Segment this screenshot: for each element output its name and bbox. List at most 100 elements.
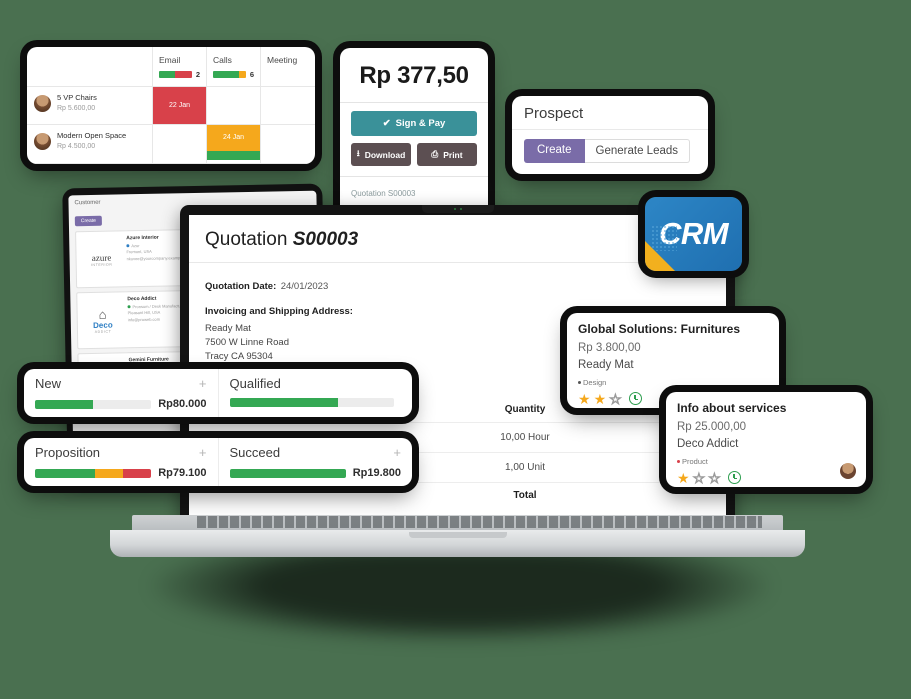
star-icon-empty[interactable]: ☆ bbox=[708, 470, 722, 485]
activity-column-label: Email bbox=[159, 55, 181, 65]
clock-icon[interactable] bbox=[628, 392, 642, 405]
kanban-stages-row-2: Proposition + Rp79.100 Succeed + Rp19.80… bbox=[24, 438, 412, 486]
activity-row-content: 5 VP Chairs Rp 5.600,00 bbox=[27, 87, 152, 120]
payment-secondary-actions: ⭳ Download ⎙ Print bbox=[351, 143, 477, 166]
tag-dot-icon bbox=[578, 381, 581, 385]
add-opportunity-button[interactable]: + bbox=[393, 445, 401, 460]
bar-segment-green bbox=[35, 468, 96, 478]
stage-amount: Rp19.800 bbox=[352, 467, 401, 479]
camera-icon bbox=[453, 208, 456, 210]
create-button[interactable]: Create bbox=[74, 215, 102, 227]
add-opportunity-button[interactable]: + bbox=[199, 376, 207, 391]
calendar-cell-calls-row2[interactable]: 24 Jan bbox=[207, 124, 261, 164]
clock-icon[interactable] bbox=[727, 471, 741, 484]
activity-row-name: Modern Open Space bbox=[57, 130, 127, 140]
avatar[interactable] bbox=[840, 463, 856, 479]
prospect-card: Prospect Create Generate Leads bbox=[512, 96, 708, 174]
kanban-stage-succeed[interactable]: Succeed + Rp19.800 bbox=[217, 438, 413, 486]
activity-row-amount: Rp 5.600,00 bbox=[57, 105, 96, 113]
calendar-cell-meeting-row1[interactable] bbox=[261, 87, 315, 125]
activity-row-content: Modern Open Space Rp 4.500,00 bbox=[27, 125, 152, 158]
activity-column-meeting: Meeting bbox=[261, 47, 315, 88]
sign-and-pay-label: Sign & Pay bbox=[395, 118, 446, 129]
deco-logo: ⌂ Deco ADDICT bbox=[92, 306, 113, 334]
add-opportunity-button[interactable]: + bbox=[199, 445, 207, 460]
page-title: Quotation S00003 bbox=[205, 229, 710, 251]
star-icon-empty[interactable]: ☆ bbox=[692, 470, 706, 485]
activity-corner-cell bbox=[27, 47, 153, 88]
printer-icon: ⎙ bbox=[431, 149, 439, 159]
calls-metric: 6 bbox=[213, 70, 254, 79]
stage-progress-bar bbox=[35, 468, 152, 478]
total-label: Total bbox=[513, 489, 537, 501]
email-bar-segment-red bbox=[174, 71, 192, 78]
calls-count: 6 bbox=[249, 70, 254, 79]
print-button[interactable]: ⎙ Print bbox=[417, 143, 477, 166]
page-title: Prospect bbox=[524, 105, 584, 122]
star-icon-filled[interactable]: ★ bbox=[677, 471, 690, 485]
calendar-cell-calls-row1[interactable] bbox=[207, 87, 261, 125]
payment-quotation-ref: Quotation S00003 bbox=[351, 189, 416, 198]
bar-segment-green bbox=[35, 399, 94, 409]
opportunity-title: Global Solutions: Furnitures bbox=[578, 322, 740, 336]
generate-leads-button[interactable]: Generate Leads bbox=[584, 139, 691, 163]
webcam-notch bbox=[421, 205, 494, 213]
calendar-cell-meeting-row2[interactable] bbox=[261, 125, 315, 164]
stage-progress-bar bbox=[229, 468, 346, 478]
opportunity-tag-label: Design bbox=[583, 377, 607, 387]
laptop-shadow bbox=[150, 548, 770, 643]
calendar-cell-email-row2[interactable] bbox=[153, 124, 207, 164]
star-icon-filled[interactable]: ★ bbox=[594, 392, 607, 406]
star-icon-empty[interactable]: ☆ bbox=[609, 391, 623, 406]
bar-segment-amber bbox=[95, 468, 124, 478]
payment-actions: ✔ Sign & Pay ⭳ Download ⎙ Print bbox=[340, 103, 488, 176]
stage-title: Succeed bbox=[229, 445, 281, 460]
activity-column-calls: Calls 6 bbox=[207, 47, 261, 88]
opportunity-customer: Ready Mat bbox=[578, 359, 634, 372]
yellow-corner-icon bbox=[645, 241, 675, 271]
cell-quantity: 10,00 Hour bbox=[500, 431, 550, 443]
payment-total: Rp 377,50 bbox=[359, 62, 469, 89]
kanban-stage-new[interactable]: New + Rp80.000 bbox=[24, 369, 218, 417]
kanban-stage-qualified[interactable]: Qualified bbox=[217, 369, 413, 417]
email-metric: 2 bbox=[159, 70, 200, 79]
table-row[interactable]: Modern Open Space Rp 4.500,00 bbox=[27, 124, 153, 164]
table-row[interactable]: 5 VP Chairs Rp 5.600,00 bbox=[27, 87, 153, 125]
activity-row-text: 5 VP Chairs Rp 5.600,00 bbox=[57, 93, 97, 114]
calendar-chip-green-strip bbox=[207, 150, 260, 160]
quotation-date-line: Quotation Date: 24/01/2023 bbox=[205, 276, 710, 294]
kanban-stages-row-1: New + Rp80.000 Qualified bbox=[24, 369, 412, 417]
laptop-base bbox=[110, 515, 805, 557]
check-icon: ✔ bbox=[382, 118, 391, 129]
star-icon-filled[interactable]: ★ bbox=[578, 392, 591, 406]
bar-segment-green bbox=[229, 468, 346, 478]
opportunity-card-info-services[interactable]: Info about services Rp 25.000,00 Deco Ad… bbox=[666, 392, 866, 487]
prospect-actions: Create Generate Leads bbox=[512, 130, 708, 172]
trackpad-notch bbox=[408, 532, 507, 538]
quotation-title-prefix: Quotation bbox=[205, 229, 288, 250]
tag-dot-icon bbox=[677, 460, 680, 464]
kanban-stage-proposition[interactable]: Proposition + Rp79.100 bbox=[24, 438, 218, 486]
bar-segment-green bbox=[229, 398, 339, 407]
opportunity-title: Info about services bbox=[677, 401, 787, 415]
download-button[interactable]: ⭳ Download bbox=[351, 143, 411, 166]
download-label: Download bbox=[364, 149, 406, 160]
activity-column-label: Calls bbox=[213, 55, 232, 65]
create-button[interactable]: Create bbox=[524, 139, 585, 163]
table-total-row: Total bbox=[205, 483, 710, 508]
calendar-cell-email-row1[interactable]: 22 Jan bbox=[153, 87, 207, 125]
status-badge: Product bbox=[677, 457, 855, 466]
payment-card: Rp 377,50 ✔ Sign & Pay ⭳ Download ⎙ Prin… bbox=[340, 48, 488, 216]
azure-logo: azure INTERIOR bbox=[90, 252, 113, 267]
opportunity-tag-label: Product bbox=[682, 456, 708, 466]
status-badge: Design bbox=[578, 378, 768, 387]
cell-quantity: 1,00 Unit bbox=[504, 461, 546, 473]
calls-bar-segment-green bbox=[213, 71, 239, 78]
opportunity-amount: Rp 3.800,00 bbox=[578, 342, 641, 354]
quotation-date-label: Quotation Date: bbox=[205, 281, 277, 292]
keyboard-icon bbox=[197, 516, 762, 528]
sign-and-pay-button[interactable]: ✔ Sign & Pay bbox=[351, 111, 477, 136]
opportunity-amount: Rp 25.000,00 bbox=[677, 421, 747, 433]
email-minibar bbox=[159, 71, 192, 78]
stage-amount: Rp79.100 bbox=[158, 467, 207, 479]
